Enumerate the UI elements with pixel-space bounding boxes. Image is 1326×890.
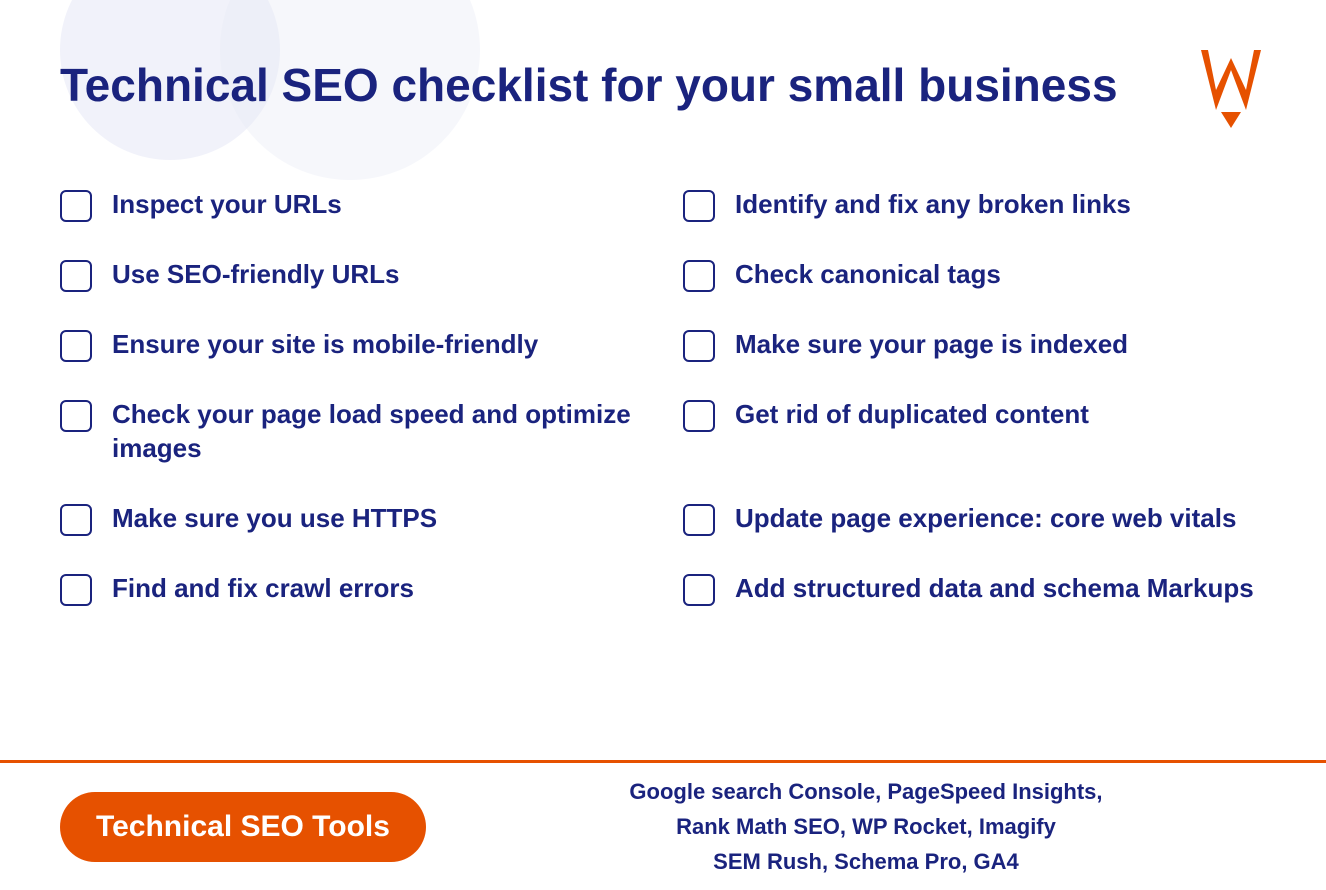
checklist-item-6: Find and fix crawl errors [60, 554, 643, 624]
checklist-item-10: Get rid of duplicated content [683, 380, 1266, 484]
tools-line-1: Google search Console, PageSpeed Insight… [629, 779, 1102, 804]
checklist-item-4: Check your page load speed and optimize … [60, 380, 643, 484]
checkbox-9[interactable] [683, 330, 715, 362]
page-title: Technical SEO checklist for your small b… [60, 59, 1118, 112]
tools-line-3: SEM Rush, Schema Pro, GA4 [713, 849, 1019, 874]
item-text-4: Check your page load speed and optimize … [112, 398, 643, 466]
item-text-2: Use SEO-friendly URLs [112, 258, 400, 292]
tools-badge: Technical SEO Tools [60, 792, 426, 862]
checklist-item-11: Update page experience: core web vitals [683, 484, 1266, 554]
item-text-12: Add structured data and schema Markups [735, 572, 1254, 606]
footer-area: Technical SEO Tools Google search Consol… [0, 760, 1326, 890]
checkbox-5[interactable] [60, 504, 92, 536]
checkbox-1[interactable] [60, 190, 92, 222]
tools-list-text: Google search Console, PageSpeed Insight… [466, 774, 1266, 880]
item-text-10: Get rid of duplicated content [735, 398, 1089, 432]
checklist-item-5: Make sure you use HTTPS [60, 484, 643, 554]
logo-icon [1196, 40, 1266, 130]
item-text-11: Update page experience: core web vitals [735, 502, 1236, 536]
item-text-6: Find and fix crawl errors [112, 572, 414, 606]
tools-line-2: Rank Math SEO, WP Rocket, Imagify [676, 814, 1056, 839]
checklist-item-8: Check canonical tags [683, 240, 1266, 310]
item-text-1: Inspect your URLs [112, 188, 342, 222]
tools-badge-text: Technical SEO Tools [96, 810, 390, 843]
item-text-7: Identify and fix any broken links [735, 188, 1131, 222]
checklist-item-1: Inspect your URLs [60, 170, 643, 240]
checklist-item-2: Use SEO-friendly URLs [60, 240, 643, 310]
checklist-item-12: Add structured data and schema Markups [683, 554, 1266, 624]
checklist-item-3: Ensure your site is mobile-friendly [60, 310, 643, 380]
item-text-5: Make sure you use HTTPS [112, 502, 437, 536]
item-text-8: Check canonical tags [735, 258, 1001, 292]
item-text-3: Ensure your site is mobile-friendly [112, 328, 538, 362]
checkbox-7[interactable] [683, 190, 715, 222]
checklist-grid: Inspect your URLs Identify and fix any b… [60, 170, 1266, 624]
checkbox-6[interactable] [60, 574, 92, 606]
checkbox-10[interactable] [683, 400, 715, 432]
checkbox-12[interactable] [683, 574, 715, 606]
main-content: Technical SEO checklist for your small b… [0, 0, 1326, 624]
checkbox-11[interactable] [683, 504, 715, 536]
checkbox-2[interactable] [60, 260, 92, 292]
item-text-9: Make sure your page is indexed [735, 328, 1128, 362]
checkbox-8[interactable] [683, 260, 715, 292]
checklist-item-7: Identify and fix any broken links [683, 170, 1266, 240]
tools-list: Google search Console, PageSpeed Insight… [466, 774, 1266, 880]
header-area: Technical SEO checklist for your small b… [60, 40, 1266, 130]
checkbox-3[interactable] [60, 330, 92, 362]
checkbox-4[interactable] [60, 400, 92, 432]
checklist-item-9: Make sure your page is indexed [683, 310, 1266, 380]
